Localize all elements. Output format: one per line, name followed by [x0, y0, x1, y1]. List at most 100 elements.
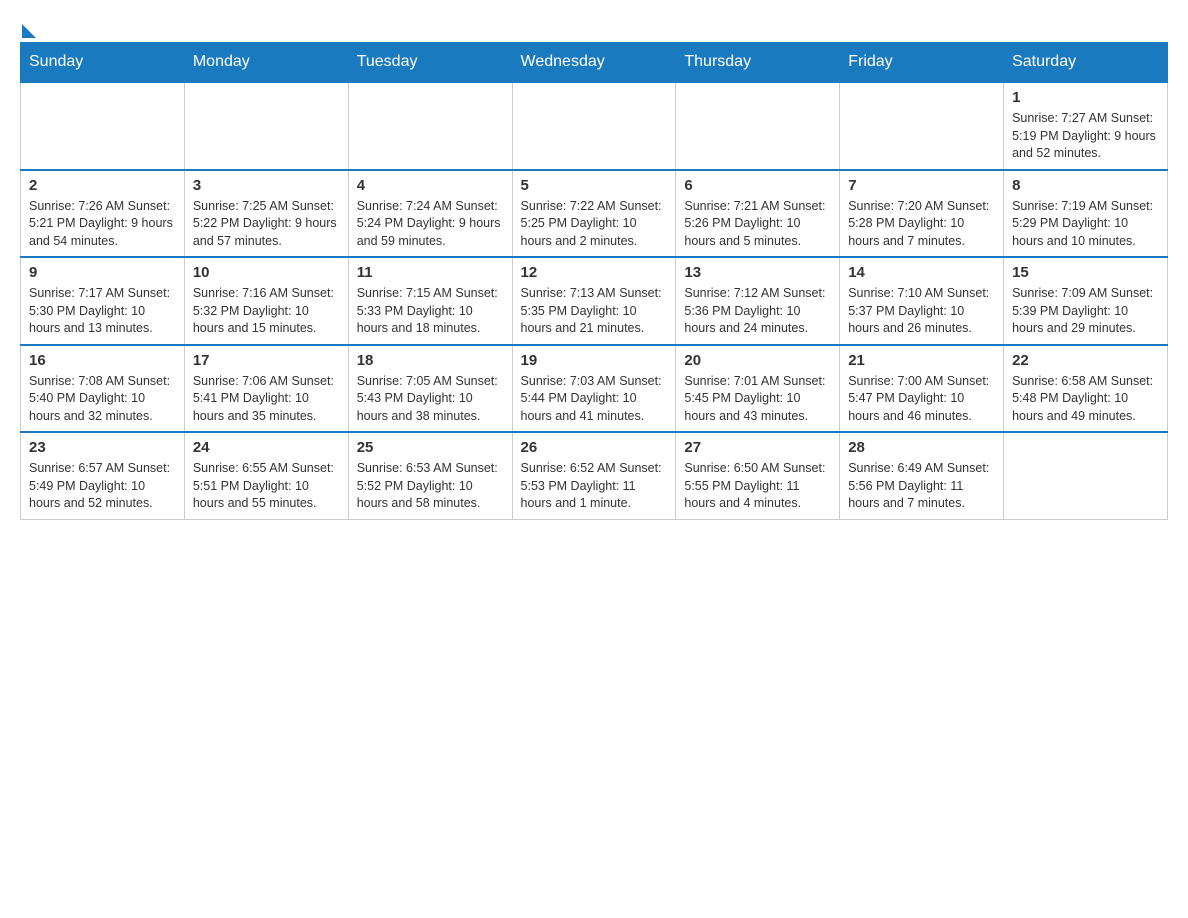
day-number: 3: [193, 177, 340, 194]
day-info: Sunrise: 7:20 AM Sunset: 5:28 PM Dayligh…: [848, 198, 995, 251]
day-number: 17: [193, 352, 340, 369]
day-info: Sunrise: 7:21 AM Sunset: 5:26 PM Dayligh…: [684, 198, 831, 251]
calendar-week-row: 16 Sunrise: 7:08 AM Sunset: 5:40 PM Dayli…: [21, 345, 1168, 433]
calendar-cell: 22 Sunrise: 6:58 AM Sunset: 5:48 PM Dayli…: [1004, 345, 1168, 433]
calendar-cell: 14 Sunrise: 7:10 AM Sunset: 5:37 PM Dayli…: [840, 257, 1004, 345]
calendar-cell: [840, 82, 1004, 170]
day-number: 16: [29, 352, 176, 369]
calendar-cell: 16 Sunrise: 7:08 AM Sunset: 5:40 PM Dayli…: [21, 345, 185, 433]
day-info: Sunrise: 7:24 AM Sunset: 5:24 PM Dayligh…: [357, 198, 504, 251]
day-number: 2: [29, 177, 176, 194]
day-info: Sunrise: 6:58 AM Sunset: 5:48 PM Dayligh…: [1012, 373, 1159, 426]
day-number: 5: [521, 177, 668, 194]
calendar-cell: 3 Sunrise: 7:25 AM Sunset: 5:22 PM Daylig…: [184, 170, 348, 258]
calendar-cell: 18Sunrise: 7:05 AM Sunset: 5:43 PM Dayli…: [348, 345, 512, 433]
day-info: Sunrise: 6:50 AM Sunset: 5:55 PM Dayligh…: [684, 460, 831, 513]
day-number: 24: [193, 439, 340, 456]
calendar-week-row: 1 Sunrise: 7:27 AM Sunset: 5:19 PM Daylig…: [21, 82, 1168, 170]
day-info: Sunrise: 7:06 AM Sunset: 5:41 PM Dayligh…: [193, 373, 340, 426]
calendar-header-sunday: Sunday: [21, 43, 185, 83]
day-number: 6: [684, 177, 831, 194]
calendar-cell: [348, 82, 512, 170]
calendar-week-row: 23 Sunrise: 6:57 AM Sunset: 5:49 PM Dayli…: [21, 432, 1168, 519]
day-number: 9: [29, 264, 176, 281]
day-number: 4: [357, 177, 504, 194]
calendar-cell: 20 Sunrise: 7:01 AM Sunset: 5:45 PM Dayli…: [676, 345, 840, 433]
day-number: 27: [684, 439, 831, 456]
calendar-cell: 6 Sunrise: 7:21 AM Sunset: 5:26 PM Daylig…: [676, 170, 840, 258]
logo-arrow-icon: [22, 24, 36, 38]
day-info: Sunrise: 6:52 AM Sunset: 5:53 PM Dayligh…: [521, 460, 668, 513]
calendar-cell: 10 Sunrise: 7:16 AM Sunset: 5:32 PM Dayli…: [184, 257, 348, 345]
calendar-cell: [21, 82, 185, 170]
day-info: Sunrise: 7:12 AM Sunset: 5:36 PM Dayligh…: [684, 285, 831, 338]
calendar-table: SundayMondayTuesdayWednesdayThursdayFrid…: [20, 42, 1168, 520]
day-info: Sunrise: 7:22 AM Sunset: 5:25 PM Dayligh…: [521, 198, 668, 251]
calendar-cell: 12Sunrise: 7:13 AM Sunset: 5:35 PM Dayli…: [512, 257, 676, 345]
calendar-week-row: 2 Sunrise: 7:26 AM Sunset: 5:21 PM Daylig…: [21, 170, 1168, 258]
calendar-cell: 25 Sunrise: 6:53 AM Sunset: 5:52 PM Dayli…: [348, 432, 512, 519]
day-info: Sunrise: 6:49 AM Sunset: 5:56 PM Dayligh…: [848, 460, 995, 513]
day-info: Sunrise: 6:57 AM Sunset: 5:49 PM Dayligh…: [29, 460, 176, 513]
calendar-cell: 17 Sunrise: 7:06 AM Sunset: 5:41 PM Dayli…: [184, 345, 348, 433]
day-number: 28: [848, 439, 995, 456]
day-info: Sunrise: 7:16 AM Sunset: 5:32 PM Dayligh…: [193, 285, 340, 338]
day-info: Sunrise: 7:13 AM Sunset: 5:35 PM Dayligh…: [521, 285, 668, 338]
day-info: Sunrise: 7:05 AM Sunset: 5:43 PM Dayligh…: [357, 373, 504, 426]
calendar-cell: 21 Sunrise: 7:00 AM Sunset: 5:47 PM Dayli…: [840, 345, 1004, 433]
calendar-header-tuesday: Tuesday: [348, 43, 512, 83]
day-info: Sunrise: 7:17 AM Sunset: 5:30 PM Dayligh…: [29, 285, 176, 338]
day-info: Sunrise: 7:01 AM Sunset: 5:45 PM Dayligh…: [684, 373, 831, 426]
day-info: Sunrise: 7:25 AM Sunset: 5:22 PM Dayligh…: [193, 198, 340, 251]
day-info: Sunrise: 6:53 AM Sunset: 5:52 PM Dayligh…: [357, 460, 504, 513]
calendar-cell: 28 Sunrise: 6:49 AM Sunset: 5:56 PM Dayli…: [840, 432, 1004, 519]
day-number: 25: [357, 439, 504, 456]
calendar-cell: 27 Sunrise: 6:50 AM Sunset: 5:55 PM Dayli…: [676, 432, 840, 519]
calendar-cell: 19 Sunrise: 7:03 AM Sunset: 5:44 PM Dayli…: [512, 345, 676, 433]
calendar-cell: 11Sunrise: 7:15 AM Sunset: 5:33 PM Dayli…: [348, 257, 512, 345]
calendar-cell: [512, 82, 676, 170]
day-number: 8: [1012, 177, 1159, 194]
day-info: Sunrise: 7:26 AM Sunset: 5:21 PM Dayligh…: [29, 198, 176, 251]
day-info: Sunrise: 7:10 AM Sunset: 5:37 PM Dayligh…: [848, 285, 995, 338]
calendar-header-thursday: Thursday: [676, 43, 840, 83]
day-number: 13: [684, 264, 831, 281]
header: [20, 20, 1168, 32]
calendar-header-saturday: Saturday: [1004, 43, 1168, 83]
day-info: Sunrise: 7:08 AM Sunset: 5:40 PM Dayligh…: [29, 373, 176, 426]
day-number: 26: [521, 439, 668, 456]
day-number: 21: [848, 352, 995, 369]
day-number: 19: [521, 352, 668, 369]
day-number: 20: [684, 352, 831, 369]
day-info: Sunrise: 7:03 AM Sunset: 5:44 PM Dayligh…: [521, 373, 668, 426]
day-number: 10: [193, 264, 340, 281]
day-number: 1: [1012, 89, 1159, 106]
calendar-cell: 15 Sunrise: 7:09 AM Sunset: 5:39 PM Dayli…: [1004, 257, 1168, 345]
calendar-cell: [1004, 432, 1168, 519]
calendar-cell: 7 Sunrise: 7:20 AM Sunset: 5:28 PM Daylig…: [840, 170, 1004, 258]
day-number: 7: [848, 177, 995, 194]
day-info: Sunrise: 7:19 AM Sunset: 5:29 PM Dayligh…: [1012, 198, 1159, 251]
calendar-cell: [676, 82, 840, 170]
day-info: Sunrise: 7:27 AM Sunset: 5:19 PM Dayligh…: [1012, 110, 1159, 163]
calendar-cell: 24 Sunrise: 6:55 AM Sunset: 5:51 PM Dayli…: [184, 432, 348, 519]
calendar-cell: 1 Sunrise: 7:27 AM Sunset: 5:19 PM Daylig…: [1004, 82, 1168, 170]
logo: [20, 20, 36, 32]
calendar-cell: 9 Sunrise: 7:17 AM Sunset: 5:30 PM Daylig…: [21, 257, 185, 345]
calendar-cell: 23 Sunrise: 6:57 AM Sunset: 5:49 PM Dayli…: [21, 432, 185, 519]
calendar-header-row: SundayMondayTuesdayWednesdayThursdayFrid…: [21, 43, 1168, 83]
day-number: 22: [1012, 352, 1159, 369]
calendar-cell: 13 Sunrise: 7:12 AM Sunset: 5:36 PM Dayli…: [676, 257, 840, 345]
calendar-header-friday: Friday: [840, 43, 1004, 83]
calendar-cell: 4 Sunrise: 7:24 AM Sunset: 5:24 PM Daylig…: [348, 170, 512, 258]
day-info: Sunrise: 6:55 AM Sunset: 5:51 PM Dayligh…: [193, 460, 340, 513]
calendar-header-monday: Monday: [184, 43, 348, 83]
day-number: 15: [1012, 264, 1159, 281]
day-info: Sunrise: 7:00 AM Sunset: 5:47 PM Dayligh…: [848, 373, 995, 426]
day-info: Sunrise: 7:15 AM Sunset: 5:33 PM Dayligh…: [357, 285, 504, 338]
day-number: 23: [29, 439, 176, 456]
day-info: Sunrise: 7:09 AM Sunset: 5:39 PM Dayligh…: [1012, 285, 1159, 338]
day-number: 14: [848, 264, 995, 281]
calendar-cell: 8 Sunrise: 7:19 AM Sunset: 5:29 PM Daylig…: [1004, 170, 1168, 258]
logo-general: [20, 20, 36, 38]
